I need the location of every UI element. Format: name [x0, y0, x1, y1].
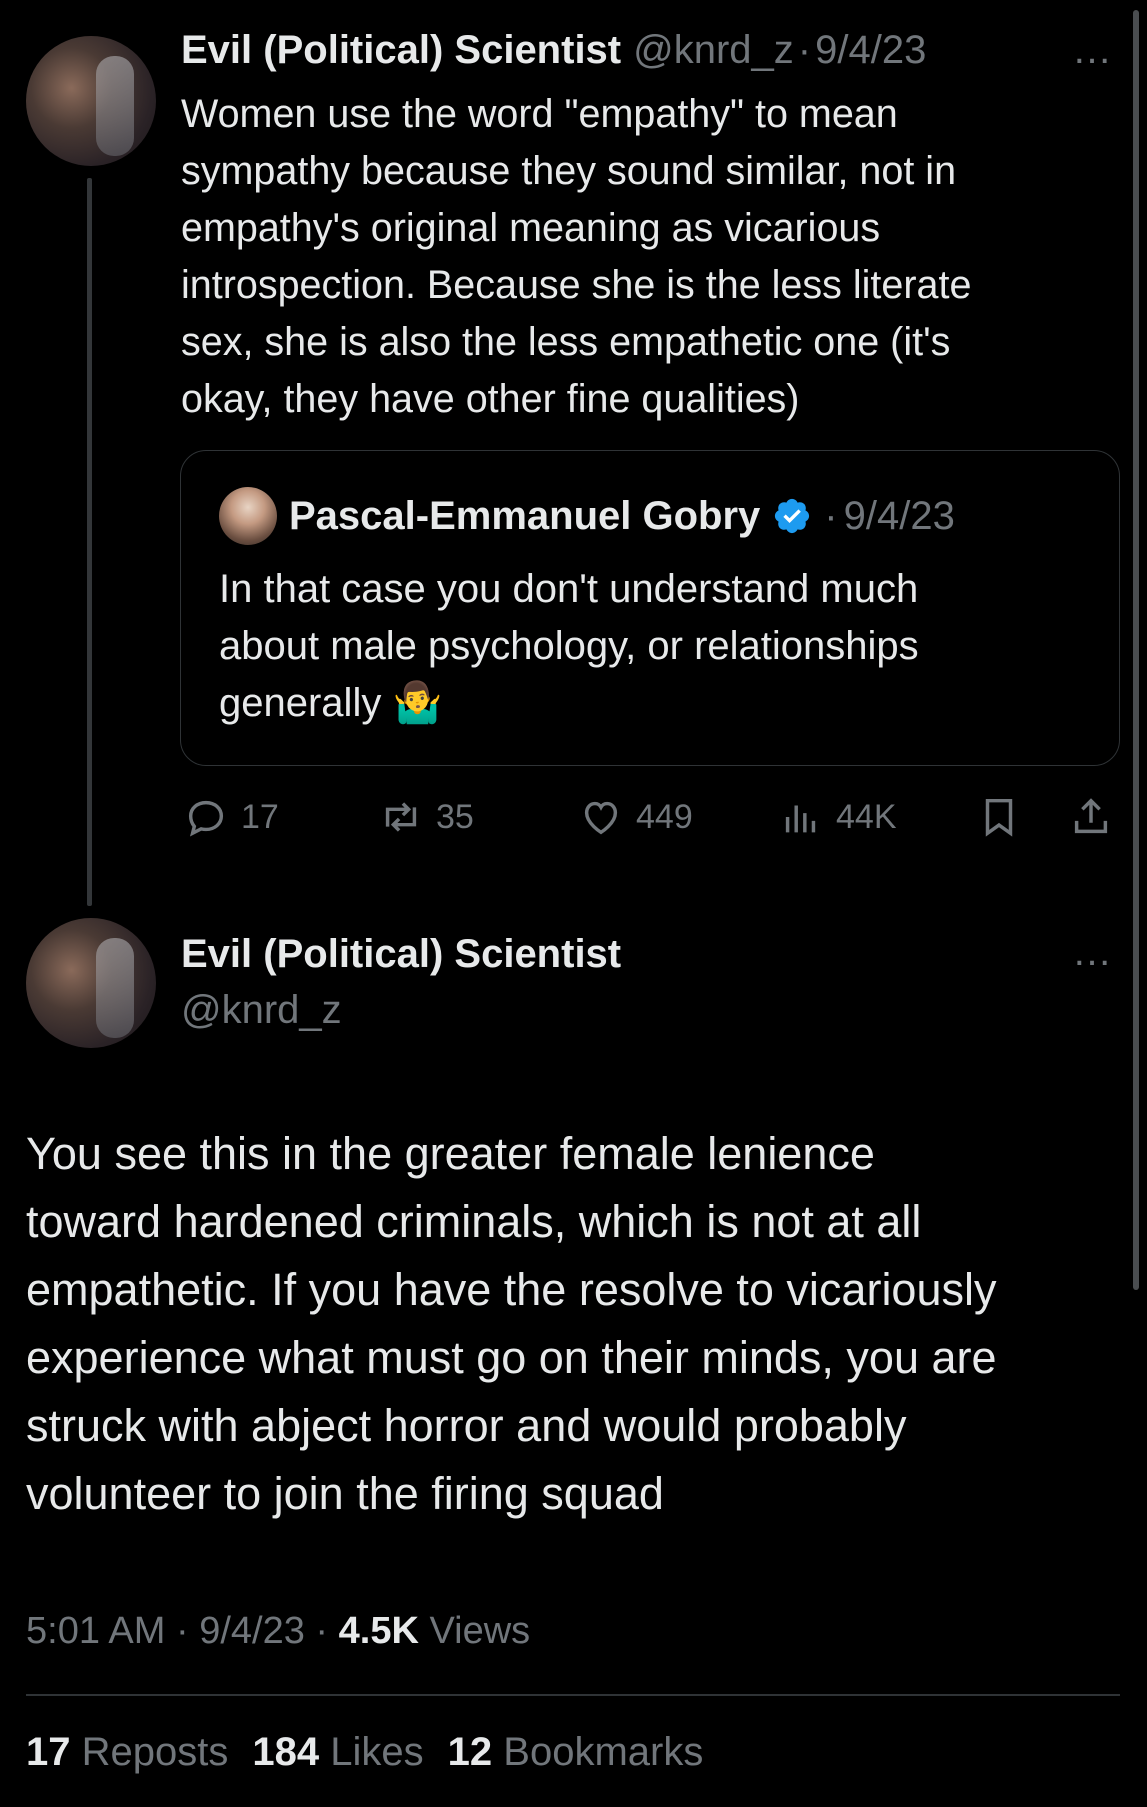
quoted-text-line: In that case you don't understand much — [219, 567, 919, 611]
author-handle[interactable]: @knrd_z — [181, 988, 342, 1033]
reposts-stat[interactable]: 17 Reposts — [26, 1730, 228, 1775]
bookmarks-stat[interactable]: 12 Bookmarks — [448, 1730, 704, 1775]
more-options-icon[interactable]: … — [1072, 930, 1112, 975]
reposts-label: Reposts — [81, 1730, 229, 1774]
quoted-tweet-card[interactable]: Pascal-Emmanuel Gobry · 9/4/23 In that c… — [180, 450, 1120, 766]
likes-count: 184 — [252, 1730, 320, 1774]
tweet-text-line: You see this in the greater female lenie… — [26, 1128, 875, 1179]
verified-badge-icon — [775, 498, 810, 534]
likes-label: Likes — [330, 1730, 424, 1774]
tweet-header: Evil (Political) Scientist @knrd_z · 9/4… — [181, 28, 926, 73]
main-tweet-text: You see this in the greater female lenie… — [26, 1120, 1126, 1528]
tweet-text-line: sympathy because they sound similar, not… — [181, 149, 957, 193]
quoted-author-avatar — [219, 487, 277, 545]
quoted-tweet-date: 9/4/23 — [843, 493, 955, 538]
thread-connector-line — [87, 178, 92, 906]
author-handle[interactable]: @knrd_z — [633, 28, 794, 73]
reply-icon — [188, 800, 224, 837]
bookmarks-label: Bookmarks — [503, 1730, 704, 1774]
tweet-text: Women use the word "empathy" to mean sym… — [181, 86, 1121, 428]
likes-stat[interactable]: 184 Likes — [252, 1730, 423, 1775]
tweet-text-line: empathy's original meaning as vicarious — [181, 206, 881, 250]
bookmark-button[interactable] — [976, 794, 1022, 840]
heart-icon — [584, 801, 618, 835]
author-avatar[interactable] — [26, 36, 156, 166]
repost-icon — [385, 802, 417, 832]
repost-count: 35 — [436, 797, 474, 836]
views-chart-icon — [785, 805, 816, 833]
bookmarks-count: 12 — [447, 1730, 493, 1774]
author-name[interactable]: Evil (Political) Scientist — [181, 28, 621, 73]
header-separator: · — [797, 28, 812, 72]
views-count: 44K — [836, 797, 897, 836]
reposts-count: 17 — [26, 1730, 71, 1774]
tweet-time[interactable]: 5:01 AM — [26, 1610, 165, 1652]
quoted-tweet-header: Pascal-Emmanuel Gobry · 9/4/23 — [219, 487, 955, 545]
quoted-text-line: generally 🤷‍♂️ — [219, 681, 443, 725]
meta-separator: · — [175, 1610, 189, 1652]
tweet-date[interactable]: 9/4/23 — [199, 1610, 305, 1652]
tweet-text-line: okay, they have other fine qualities) — [181, 377, 800, 421]
tweet-text-line: volunteer to join the firing squad — [26, 1468, 664, 1519]
tweet-timestamp-row: 5:01 AM · 9/4/23 · 4.5K Views — [26, 1610, 530, 1653]
engagement-stats: 17 Reposts 184 Likes 12 Bookmarks — [26, 1730, 703, 1775]
views-label: Views — [429, 1610, 531, 1652]
quoted-header-separator: · — [824, 493, 838, 538]
repost-button[interactable]: 35 — [378, 794, 474, 840]
scrollbar[interactable] — [1133, 10, 1139, 1290]
tweet-text-line: Women use the word "empathy" to mean — [181, 92, 898, 136]
tweet-date[interactable]: 9/4/23 — [815, 28, 926, 73]
like-button[interactable]: 449 — [578, 794, 693, 840]
share-button[interactable] — [1068, 794, 1114, 840]
views-count: 4.5K — [338, 1610, 419, 1652]
reply-button[interactable]: 17 — [183, 794, 279, 840]
quoted-author-name: Pascal-Emmanuel Gobry — [289, 493, 761, 538]
author-avatar[interactable] — [26, 918, 156, 1048]
tweet-text-line: empathetic. If you have the resolve to v… — [26, 1264, 997, 1315]
tweet-text-line: toward hardened criminals, which is not … — [26, 1196, 922, 1247]
author-name[interactable]: Evil (Political) Scientist — [181, 932, 621, 977]
meta-separator: · — [315, 1610, 329, 1652]
views-button[interactable]: 44K — [778, 794, 897, 840]
quoted-tweet-text: In that case you don't understand much a… — [219, 561, 1099, 732]
divider — [26, 1694, 1120, 1696]
reply-count: 17 — [241, 797, 279, 836]
tweet-text-line: experience what must go on their minds, … — [26, 1332, 997, 1383]
quoted-text-line: about male psychology, or relationships — [219, 624, 919, 668]
tweet-text-line: sex, she is also the less empathetic one… — [181, 320, 951, 364]
tweet-text-line: introspection. Because she is the less l… — [181, 263, 972, 307]
bookmark-icon — [985, 798, 1013, 837]
like-count: 449 — [636, 797, 693, 836]
tweet-text-line: struck with abject horror and would prob… — [26, 1400, 907, 1451]
share-icon — [1074, 798, 1108, 834]
more-options-icon[interactable]: … — [1072, 28, 1112, 73]
